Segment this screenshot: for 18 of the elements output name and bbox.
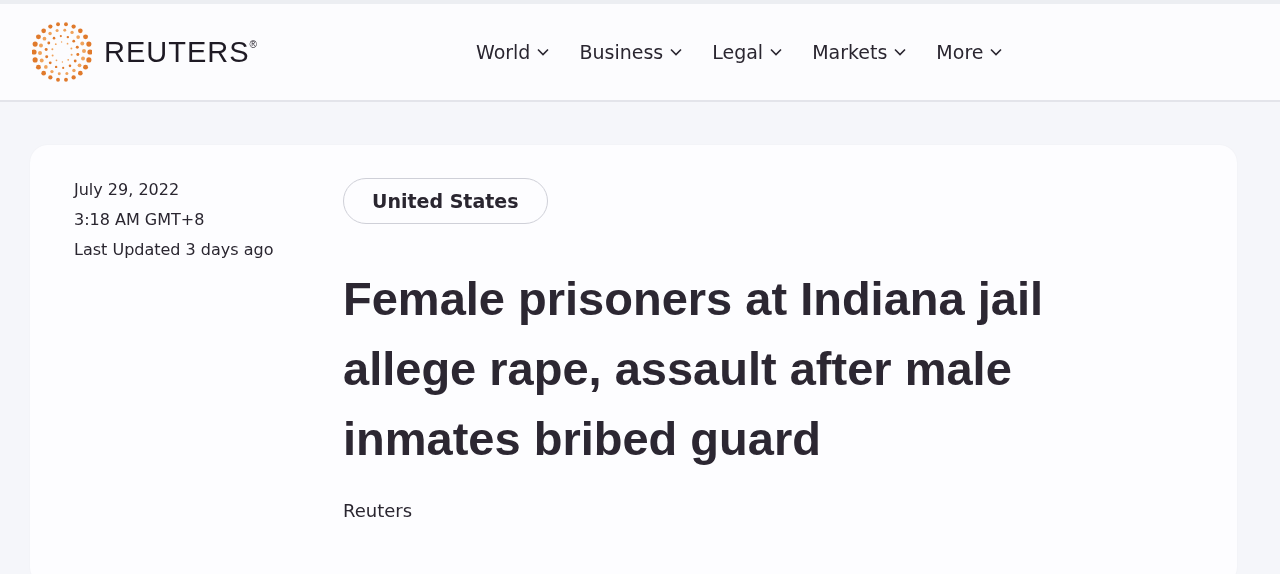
logo-icon[interactable]	[32, 22, 92, 82]
publish-date: July 29, 2022	[74, 179, 181, 201]
caret-icon	[537, 48, 550, 56]
update-note: Last Updated 3 days ago	[74, 239, 275, 261]
nav-link[interactable]: Business	[579, 41, 683, 63]
nav-link[interactable]: Markets	[812, 41, 907, 63]
publish-time: 3:18 AM GMT+8	[74, 209, 206, 231]
caret-icon	[990, 48, 1003, 56]
nav-link[interactable]: World	[475, 41, 550, 63]
logo-wordmark[interactable]: REUTERS$^{®}$	[104, 35, 258, 69]
topic-tag[interactable]: United States	[343, 178, 548, 224]
caret-icon	[770, 48, 783, 56]
nav-link[interactable]: More	[936, 41, 1003, 63]
caret-icon	[670, 48, 683, 56]
nav-link[interactable]: Legal	[712, 41, 783, 63]
byline-author[interactable]: Reuters	[343, 500, 413, 521]
article-headline: Female prisoners at Indiana jail allege rape, assault after male inmates bribed guard	[343, 271, 1045, 467]
caret-icon	[894, 48, 907, 56]
